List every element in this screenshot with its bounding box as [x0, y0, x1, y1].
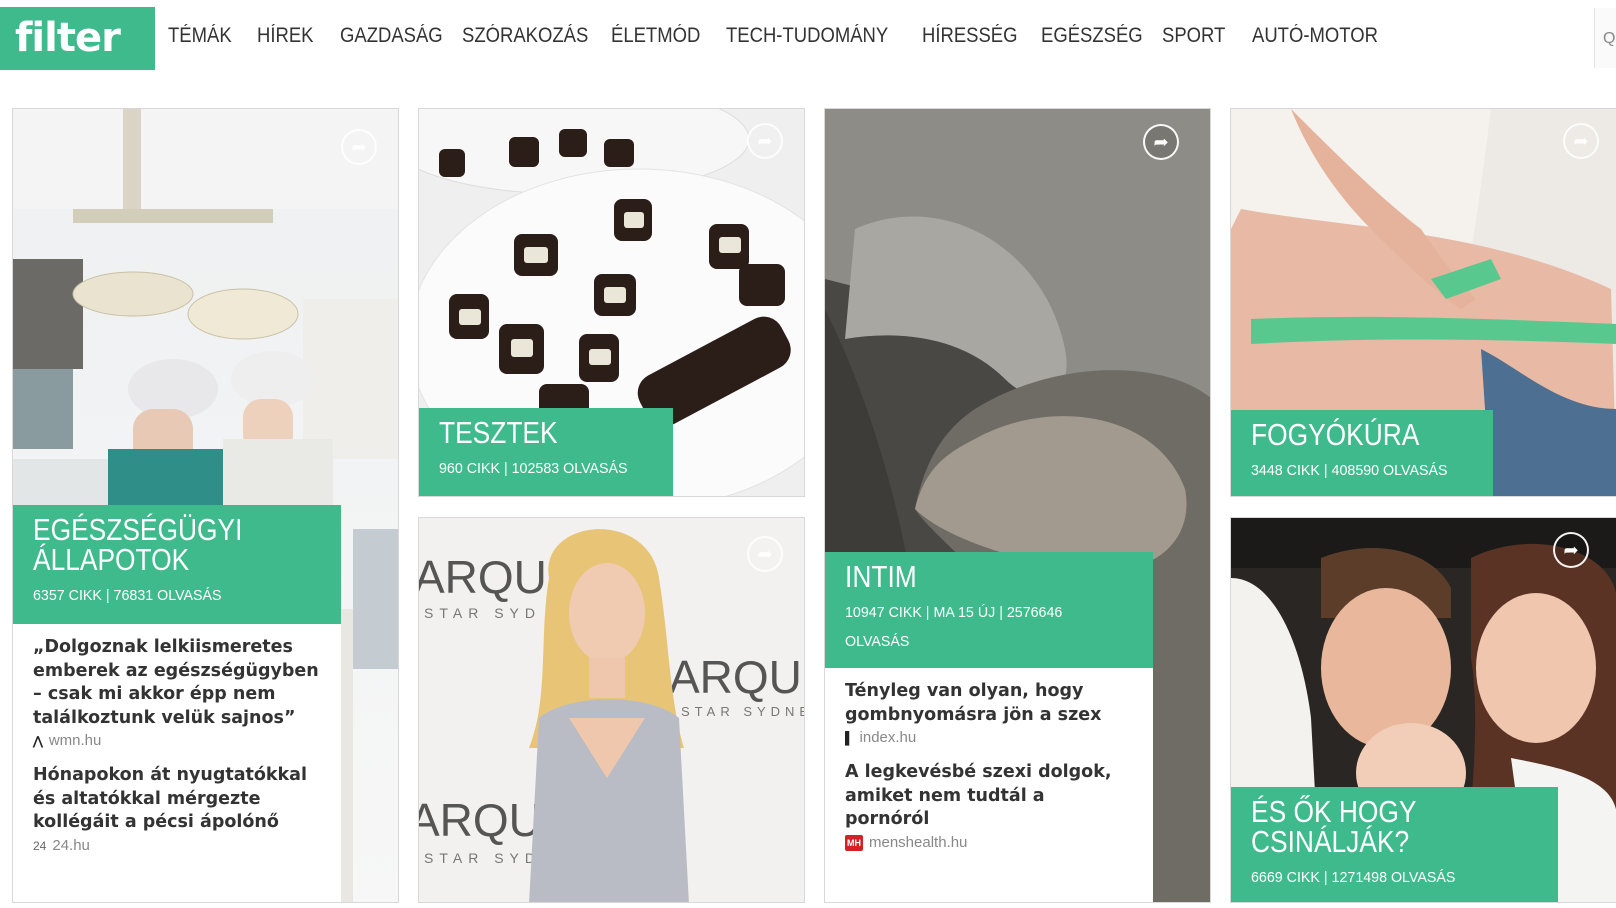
article-title[interactable]: „Dolgoznak lelkiismeretes emberek az egé…: [33, 636, 321, 730]
topic-label-egeszsegugyi[interactable]: EGÉSZSÉGÜGYI ÁLLAPOTOK 6357 CIKK | 76831…: [13, 505, 341, 624]
topic-title: FOGYÓKÚRA: [1251, 417, 1420, 452]
search-glyph: Q: [1603, 30, 1616, 47]
topic-title: INTIM: [845, 559, 917, 594]
share-arrow-icon: ➦: [351, 137, 367, 157]
article-item[interactable]: „Dolgoznak lelkiismeretes emberek az egé…: [33, 636, 321, 750]
topic-title: EGÉSZSÉGÜGYI: [33, 512, 243, 547]
topic-title: TESZTEK: [439, 415, 558, 450]
share-arrow-icon: ➦: [1563, 540, 1579, 560]
topic-card-tesztek[interactable]: ➦ TESZTEK 960 CIKK | 102583 OLVASÁS: [418, 108, 805, 497]
article-item[interactable]: Hónapokon át nyugtatókkal és altatókkal …: [33, 764, 321, 855]
share-arrow-icon: ➦: [1573, 131, 1589, 151]
svg-text:STAR SYD: STAR SYD: [424, 605, 541, 621]
svg-text:ARQUE: ARQUE: [669, 651, 805, 703]
article-title[interactable]: Tényleg van olyan, hogy gombnyomásra jön…: [845, 680, 1133, 727]
24-logo-icon: 24: [33, 838, 47, 853]
nav-sport[interactable]: SPORT: [1162, 24, 1225, 48]
article-list: „Dolgoznak lelkiismeretes emberek az egé…: [13, 624, 341, 902]
topic-stats: 10947 CIKK | MA 15 ÚJ | 2576646: [845, 604, 1063, 621]
svg-text:STAR SYDNE: STAR SYDNE: [681, 704, 805, 719]
search-area-edge[interactable]: Q: [1594, 8, 1616, 68]
article-source[interactable]: ▌ index.hu: [845, 729, 1133, 747]
article-source[interactable]: MH menshealth.hu: [845, 834, 1133, 852]
nav-szorakozas[interactable]: SZÓRAKOZÁS: [462, 24, 588, 48]
article-title[interactable]: A legkevésbé szexi dolgok, amiket nem tu…: [845, 761, 1133, 832]
article-item[interactable]: Tényleg van olyan, hogy gombnyomásra jön…: [845, 680, 1133, 747]
topic-label-es-ok[interactable]: ÉS ŐK HOGY CSINÁLJÁK? 6669 CIKK | 127149…: [1231, 787, 1558, 902]
topic-stats: 6669 CIKK | 1271498 OLVASÁS: [1251, 869, 1456, 886]
nav-tech-tudomany[interactable]: TECH-TUDOMÁNY: [726, 24, 888, 48]
topic-card-fogyokura[interactable]: ➦ FOGYÓKÚRA 3448 CIKK | 408590 OLVASÁS: [1230, 108, 1616, 497]
nav-hirek[interactable]: HÍREK: [257, 24, 313, 48]
article-item[interactable]: A legkevésbé szexi dolgok, amiket nem tu…: [845, 761, 1133, 852]
article-source-name: 24.hu: [52, 836, 90, 854]
nav-eletmod[interactable]: ÉLETMÓD: [611, 24, 700, 48]
topic-card-egeszsegugyi[interactable]: ➦ EGÉSZSÉGÜGYI ÁLLAPOTOK 6357 CIKK | 768…: [12, 108, 399, 903]
topic-stats: 3448 CIKK | 408590 OLVASÁS: [1251, 462, 1448, 479]
nav-egeszseg[interactable]: EGÉSZSÉG: [1041, 24, 1143, 48]
topic-label-tesztek[interactable]: TESZTEK 960 CIKK | 102583 OLVASÁS: [419, 408, 673, 496]
celebrity-photo: ARQUE STAR SYD ARQUE STAR SYDNE ARQUE ST…: [419, 518, 805, 902]
article-source[interactable]: 24 24.hu: [33, 837, 321, 855]
topic-title-line2: CSINÁLJÁK?: [1251, 824, 1410, 859]
topic-card-es-ok-hogy-csinaljak[interactable]: ➦ ÉS ŐK HOGY CSINÁLJÁK? 6669 CIKK | 1271…: [1230, 517, 1616, 903]
nav-temak[interactable]: TÉMÁK: [168, 24, 232, 48]
article-title[interactable]: Hónapokon át nyugtatókkal és altatókkal …: [33, 764, 321, 835]
share-button[interactable]: ➦: [1143, 124, 1179, 160]
topic-title-line2: ÁLLAPOTOK: [33, 542, 190, 577]
topic-title: ÉS ŐK HOGY: [1251, 794, 1417, 829]
share-button[interactable]: ➦: [1553, 532, 1589, 568]
topic-stats: 960 CIKK | 102583 OLVASÁS: [439, 460, 628, 477]
share-button[interactable]: ➦: [341, 129, 377, 165]
article-source-name: wmn.hu: [48, 732, 102, 749]
article-source-name: menshealth.hu: [869, 833, 968, 851]
topic-stats-line2: OLVASÁS: [845, 633, 910, 650]
share-button[interactable]: ➦: [747, 536, 783, 572]
nav-auto-motor[interactable]: AUTÓ-MOTOR: [1252, 24, 1378, 48]
topic-label-fogyokura[interactable]: FOGYÓKÚRA 3448 CIKK | 408590 OLVASÁS: [1231, 410, 1493, 496]
share-arrow-icon: ➦: [1153, 132, 1169, 152]
topic-stats: 6357 CIKK | 76831 OLVASÁS: [33, 587, 222, 604]
share-button[interactable]: ➦: [1563, 123, 1599, 159]
filter-logo[interactable]: filter: [0, 7, 155, 70]
celebrity-photo-card[interactable]: ARQUE STAR SYD ARQUE STAR SYDNE ARQUE ST…: [418, 517, 805, 903]
nav-hiresseg[interactable]: HÍRESSÉG: [922, 24, 1018, 48]
share-button[interactable]: ➦: [747, 123, 783, 159]
topic-label-intim[interactable]: INTIM 10947 CIKK | MA 15 ÚJ | 2576646 OL…: [825, 552, 1153, 668]
share-arrow-icon: ➦: [757, 544, 773, 564]
article-source-name: index.hu: [859, 729, 917, 746]
menshealth-logo-icon: MH: [845, 834, 863, 851]
article-source[interactable]: ⋀ wmn.hu: [33, 732, 321, 750]
index-logo-icon: ▌: [845, 731, 854, 745]
share-arrow-icon: ➦: [757, 131, 773, 151]
nav-gazdasag[interactable]: GAZDASÁG: [340, 24, 443, 48]
topic-card-intim[interactable]: ➦ INTIM 10947 CIKK | MA 15 ÚJ | 2576646 …: [824, 108, 1211, 903]
wmn-logo-icon: ⋀: [33, 734, 43, 748]
article-list: Tényleg van olyan, hogy gombnyomásra jön…: [825, 668, 1153, 902]
